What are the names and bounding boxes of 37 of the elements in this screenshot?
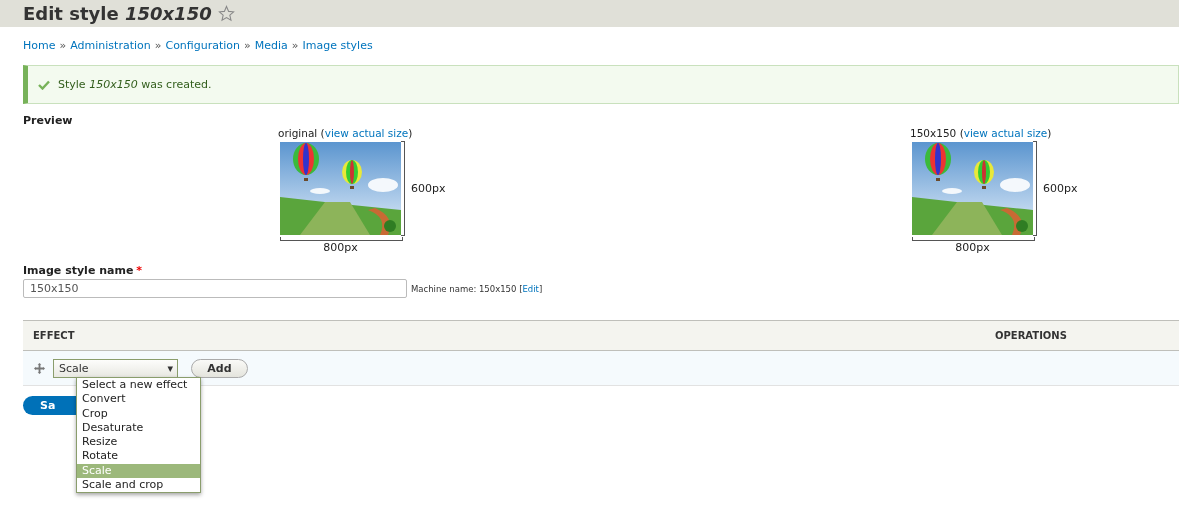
- width-dimension: 800px: [954, 241, 991, 254]
- breadcrumb-separator: »: [59, 39, 67, 52]
- breadcrumb-link[interactable]: Home: [23, 39, 56, 52]
- view-actual-size-link[interactable]: view actual size: [324, 127, 409, 139]
- height-dimension: 600px: [1043, 182, 1078, 195]
- star-icon[interactable]: [217, 5, 235, 22]
- machine-name: Machine name: 150x150 [Edit]: [411, 283, 543, 294]
- width-dimension: 800px: [322, 241, 359, 254]
- breadcrumb-separator: »: [154, 39, 162, 52]
- required-mark: *: [136, 264, 143, 277]
- dropdown-option[interactable]: Convert: [77, 392, 200, 407]
- breadcrumb-link[interactable]: Administration: [70, 39, 151, 52]
- view-actual-size-link[interactable]: view actual size: [963, 127, 1048, 139]
- checkmark-icon: [38, 79, 50, 90]
- dropdown-option[interactable]: Select a new effect: [77, 378, 200, 393]
- preview-caption: original (view actual size): [278, 127, 414, 139]
- preview-label: Preview: [23, 114, 74, 127]
- preview-caption: 150x150 (view actual size): [910, 127, 1053, 139]
- column-header: OPERATIONS: [995, 330, 1067, 341]
- breadcrumb-link[interactable]: Configuration: [165, 39, 241, 52]
- page-title: Edit style 150x150: [23, 3, 212, 24]
- breadcrumb-link[interactable]: Media: [254, 39, 288, 52]
- dropdown-option[interactable]: Resize: [77, 435, 200, 450]
- height-dimension: 600px: [411, 182, 446, 195]
- breadcrumb-separator: »: [291, 39, 299, 52]
- message-text: Style 150x150 was created.: [58, 78, 212, 91]
- breadcrumb-separator: »: [244, 39, 251, 52]
- dropdown-option[interactable]: Rotate: [77, 449, 200, 464]
- add-button[interactable]: Add: [191, 358, 248, 378]
- field-label: Image style name *: [23, 264, 144, 277]
- column-header: EFFECT: [33, 330, 75, 341]
- breadcrumb-link[interactable]: Image styles: [302, 39, 373, 52]
- dropdown-option[interactable]: Scale and crop: [77, 478, 200, 493]
- effect-select[interactable]: Scale ▾: [53, 358, 178, 378]
- style-name-input[interactable]: 150x150: [23, 279, 407, 298]
- edit-link[interactable]: Edit: [522, 283, 539, 294]
- drag-handle-icon[interactable]: [34, 362, 45, 374]
